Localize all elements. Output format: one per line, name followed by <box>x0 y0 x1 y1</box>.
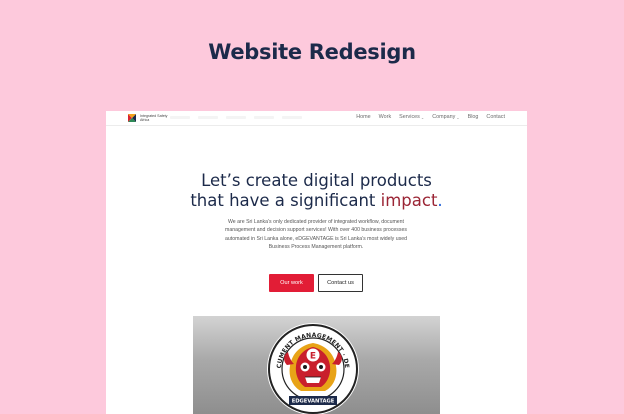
nav-work[interactable]: Work <box>379 114 391 120</box>
edgevantage-emblem-icon: WORKFLOW · DOCUMENT MANAGEMENT · DECISIO… <box>265 321 359 414</box>
hero-heading: Let’s create digital products that have … <box>106 171 527 210</box>
nav-contact[interactable]: Contact <box>486 114 505 120</box>
chevron-down-icon: ⌄ <box>420 114 425 120</box>
nav-work-label: Work <box>378 114 392 120</box>
main-nav: Home Work Services ⌄ Company ⌄ Blog Contac… <box>356 114 505 120</box>
faded-nav-placeholder <box>170 116 302 119</box>
hero-heading-line1: Let’s create digital products <box>201 171 432 190</box>
logo-line2: Africa <box>140 118 150 122</box>
chevron-down-icon: ⌄ <box>456 114 460 120</box>
hero-heading-accent: impact <box>380 190 438 210</box>
nav-company-label: Company <box>432 114 456 120</box>
hero-description: We are Sri Lanka’s only dedicated provid… <box>225 219 407 250</box>
emblem-banner-text: EDGEVANTAGE <box>292 399 335 405</box>
nav-home[interactable]: Home <box>356 114 370 120</box>
site-header: Integrated Safety Africa Home Work Servi… <box>106 111 527 126</box>
nav-services[interactable]: Services ⌄ <box>399 114 424 120</box>
emblem-letter: E <box>310 352 316 362</box>
nav-home-label: Home <box>356 114 371 120</box>
nav-company[interactable]: Company ⌄ <box>432 114 459 120</box>
nav-blog-label: Blog <box>467 114 479 120</box>
hero-heading-dot: . <box>437 190 443 210</box>
logo-text: Integrated Safety Africa <box>140 114 167 122</box>
nav-services-label: Services <box>399 114 420 120</box>
logo-mark-icon <box>128 114 136 122</box>
website-screenshot: Integrated Safety Africa Home Work Servi… <box>106 111 527 414</box>
hero-heading-line2: that have a significant impact. <box>106 191 527 211</box>
contact-us-button[interactable]: Contact us <box>318 274 363 292</box>
nav-blog[interactable]: Blog <box>468 114 479 120</box>
our-work-button[interactable]: Our work <box>269 274 314 292</box>
hero-heading-line2-text: that have a significant <box>190 190 381 210</box>
page-title: Website Redesign <box>208 40 416 64</box>
hero-showcase-image: WORKFLOW · DOCUMENT MANAGEMENT · DECISIO… <box>193 316 440 414</box>
nav-contact-label: Contact <box>486 114 505 120</box>
site-logo[interactable]: Integrated Safety Africa <box>127 113 167 123</box>
